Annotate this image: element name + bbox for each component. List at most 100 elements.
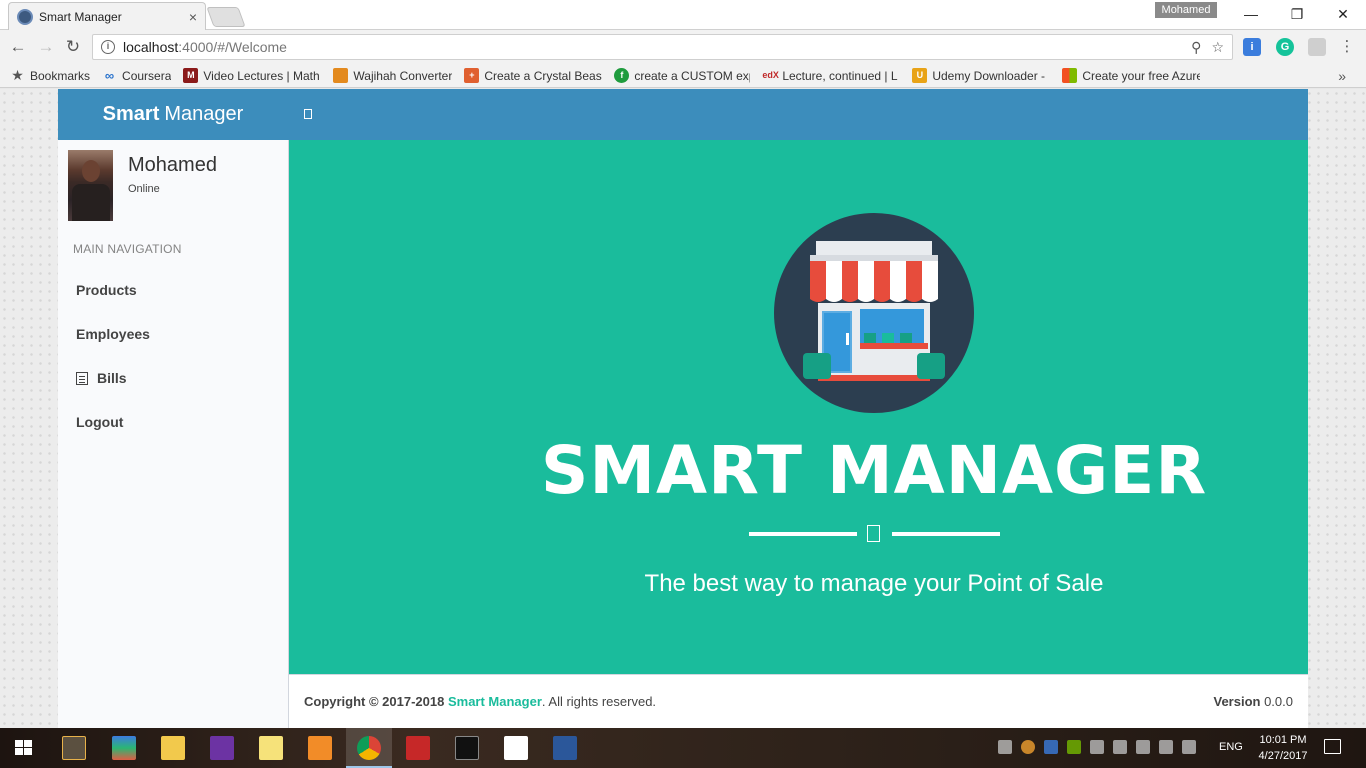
acrobat-icon[interactable]: [406, 736, 430, 760]
url-path: :4000/#/Welcome: [178, 39, 287, 55]
more-bookmarks-button[interactable]: »: [1338, 68, 1346, 84]
avatar: [68, 150, 113, 221]
close-window-button[interactable]: ✕: [1320, 0, 1366, 28]
usb-icon[interactable]: [1113, 740, 1127, 754]
sidebar-item-label: Logout: [76, 414, 124, 430]
word-icon[interactable]: [553, 736, 577, 760]
copyright-text: Copyright © 2017-2018 Smart Manager. All…: [304, 694, 657, 709]
logo-rest: Manager: [164, 103, 244, 125]
battery-icon[interactable]: [1136, 740, 1150, 754]
mongodb-icon[interactable]: [504, 736, 528, 760]
crystal-icon: +: [464, 68, 480, 83]
winrar-icon[interactable]: [112, 736, 136, 760]
new-tab-button[interactable]: [206, 7, 246, 27]
app-favicon-icon: [17, 8, 33, 25]
version-info: Version 0.0.0: [1213, 694, 1293, 709]
app-container: Smart Manager Mohamed Online MAIN NAVIGAT…: [58, 89, 1308, 728]
grammarly-icon[interactable]: G: [1276, 38, 1294, 56]
hero-title: SMART MANAGER: [540, 432, 1208, 509]
address-bar[interactable]: i localhost:4000/#/Welcome ⚲ ☆: [92, 34, 1233, 60]
custom-icon: f: [614, 68, 630, 83]
user-status: Online: [128, 183, 160, 195]
bookmark-item[interactable]: ★ Bookmarks: [10, 68, 90, 83]
bookmark-item[interactable]: M Video Lectures | Math: [183, 68, 321, 83]
extension-info-icon[interactable]: i: [1243, 38, 1261, 56]
profile-button[interactable]: Mohamed: [1155, 2, 1217, 18]
browser-tab[interactable]: Smart Manager ×: [8, 2, 206, 30]
edx-icon: edX: [762, 70, 779, 80]
clock-time: 10:01 PM: [1259, 734, 1307, 746]
bookmark-item[interactable]: f create a CUSTOM exp: [614, 68, 750, 83]
nav-header: MAIN NAVIGATION: [73, 242, 182, 256]
sidebar-item-bills[interactable]: Bills: [58, 356, 288, 400]
reload-button[interactable]: ↻: [62, 36, 84, 58]
clock-date: 4/27/2017: [1258, 750, 1308, 762]
avast-icon[interactable]: [1021, 740, 1035, 754]
media-player-icon[interactable]: [308, 736, 332, 760]
star-icon: [867, 525, 880, 542]
app-footer: Copyright © 2017-2018 Smart Manager. All…: [289, 674, 1308, 728]
language-indicator[interactable]: ENG: [1219, 741, 1243, 753]
app-header: Smart Manager: [58, 89, 1308, 140]
windows-taskbar: ENG 10:01 PM 4/27/2017: [0, 728, 1366, 768]
bookmark-item[interactable]: Wajihah Converter: [333, 68, 452, 83]
nvidia-icon[interactable]: [1067, 740, 1081, 754]
bookmark-item[interactable]: U Udemy Downloader -: [912, 68, 1050, 83]
sidebar-toggle-button[interactable]: [304, 109, 312, 119]
terminal-icon[interactable]: [455, 736, 479, 760]
logo-bold: Smart: [102, 103, 160, 125]
user-name: Mohamed: [128, 154, 217, 176]
system-tray: [998, 740, 1196, 754]
chrome-menu-icon[interactable]: ⋮: [1336, 36, 1358, 58]
udemy-icon: U: [912, 68, 928, 83]
chrome-icon[interactable]: [357, 736, 381, 760]
tab-title: Smart Manager: [39, 9, 122, 24]
file-explorer-icon[interactable]: [161, 736, 185, 760]
user-panel: Mohamed Online: [68, 150, 278, 222]
store-icon: [774, 213, 974, 413]
hero-divider: [749, 524, 1000, 546]
microsoft-icon: [1062, 68, 1078, 83]
windows-start-button[interactable]: [15, 740, 33, 756]
app-logo[interactable]: Smart Manager: [58, 89, 288, 140]
tag-icon[interactable]: ⚲: [1191, 39, 1201, 56]
sidebar-item-label: Bills: [97, 370, 127, 386]
display-icon[interactable]: [1090, 740, 1104, 754]
back-button[interactable]: ←: [7, 36, 29, 58]
sticky-notes-icon[interactable]: [259, 736, 283, 760]
sidebar: Mohamed Online MAIN NAVIGATION Products …: [58, 140, 289, 728]
extension-puzzle-icon[interactable]: [1308, 38, 1326, 56]
tab-close-icon[interactable]: ×: [189, 9, 197, 25]
bookmark-item[interactable]: ∞ Coursera: [102, 68, 172, 83]
clock[interactable]: 10:01 PM 4/27/2017: [1253, 732, 1313, 764]
minimize-button[interactable]: —: [1228, 0, 1274, 28]
wifi-icon[interactable]: [1159, 740, 1173, 754]
hero-subtitle: The best way to manage your Point of Sal…: [644, 570, 1104, 597]
list-icon: [76, 371, 88, 385]
welcome-hero: SMART MANAGER The best way to manage you…: [289, 140, 1308, 674]
bookmark-star-icon[interactable]: ☆: [1211, 39, 1224, 56]
action-center-icon[interactable]: [1324, 739, 1341, 754]
bookmarks-bar: ★ Bookmarks ∞ Coursera M Video Lectures | M…: [0, 64, 1366, 88]
sidebar-item-employees[interactable]: Employees: [58, 312, 288, 356]
forward-button[interactable]: →: [35, 36, 57, 58]
coursera-icon: ∞: [104, 68, 115, 83]
network-icon[interactable]: [998, 740, 1012, 754]
sublime-text-icon[interactable]: [62, 736, 86, 760]
url-host: localhost: [123, 39, 179, 55]
bookmark-item[interactable]: + Create a Crystal Beast: [464, 68, 602, 83]
bluetooth-icon[interactable]: [1044, 740, 1058, 754]
sidebar-item-logout[interactable]: Logout: [58, 400, 288, 444]
visual-studio-icon[interactable]: [210, 736, 234, 760]
star-icon: ★: [11, 68, 24, 83]
sidebar-item-label: Employees: [76, 326, 150, 342]
volume-icon[interactable]: [1182, 740, 1196, 754]
site-info-icon[interactable]: i: [101, 40, 115, 54]
bookmark-item[interactable]: Create your free Azure: [1062, 68, 1200, 83]
sidebar-item-label: Products: [76, 282, 137, 298]
maximize-button[interactable]: ❐: [1274, 0, 1320, 28]
bookmark-item[interactable]: edX Lecture, continued | L: [762, 68, 900, 83]
wajihah-icon: [333, 68, 349, 83]
sidebar-item-products[interactable]: Products: [58, 268, 288, 312]
brand-link[interactable]: Smart Manager: [448, 694, 542, 709]
